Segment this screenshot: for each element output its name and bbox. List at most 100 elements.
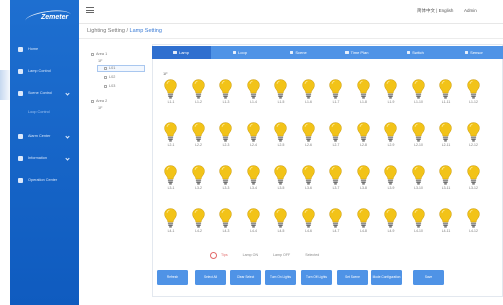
tree-node-label: Area 2 [96, 99, 108, 103]
lamp-bulb[interactable]: L4-3 [215, 208, 237, 240]
lamp-bulb[interactable]: L4-7 [325, 208, 347, 240]
language-switch[interactable]: 简体中文 | English [417, 8, 453, 14]
action-button[interactable]: Mode Configuration [371, 270, 402, 285]
tree-node-area-1[interactable]: Area 1 [91, 52, 107, 56]
lamp-bulb[interactable]: L4-4 [243, 208, 265, 240]
sidebar-item-operation-center[interactable]: Operation Center [10, 171, 79, 189]
lamp-bulb[interactable]: L3-6 [298, 165, 320, 197]
tab-sensor[interactable]: Sensor [445, 46, 503, 59]
lamp-label: L4-11 [441, 229, 451, 233]
lamp-bulb[interactable]: L1-8 [353, 79, 375, 111]
lamp-bulb[interactable]: L3-1 [160, 165, 182, 197]
lamp-bulb[interactable]: L2-3 [215, 122, 237, 154]
lamp-bulb[interactable]: L3-2 [188, 165, 210, 197]
lamp-bulb[interactable]: L3-3 [215, 165, 237, 197]
tab-scene[interactable]: Scene [269, 46, 328, 59]
lamp-icon [18, 68, 23, 74]
lamp-label: L2-6 [305, 143, 312, 147]
bulb-icon [219, 165, 232, 185]
action-button[interactable]: Save [413, 270, 444, 285]
lamp-bulb[interactable]: L2-12 [463, 122, 485, 154]
lamp-bulb[interactable]: L4-6 [298, 208, 320, 240]
sidebar-item-home[interactable]: Home [10, 40, 79, 58]
lamp-bulb[interactable]: L1-11 [435, 79, 457, 111]
lamp-bulb[interactable]: L3-4 [243, 165, 265, 197]
lamp-bulb[interactable]: L3-10 [408, 165, 430, 197]
tab-loop[interactable]: Loop [211, 46, 270, 59]
action-button[interactable]: Turn On Lights [265, 270, 296, 285]
lamp-bulb[interactable]: L3-7 [325, 165, 347, 197]
lamp-bulb[interactable]: L1-12 [463, 79, 485, 111]
lamp-bulb[interactable]: L4-2 [188, 208, 210, 240]
breadcrumb-current[interactable]: Lamp Setting [130, 28, 162, 34]
lamp-bulb[interactable]: L2-4 [243, 122, 265, 154]
lamp-bulb[interactable]: L1-3 [215, 79, 237, 111]
lamp-bulb[interactable]: L4-9 [380, 208, 402, 240]
lamp-bulb[interactable]: L3-9 [380, 165, 402, 197]
sidebar-item-scene-control[interactable]: Scene Control [10, 84, 79, 102]
lamp-bulb[interactable]: L4-12 [463, 208, 485, 240]
app-frame: Zemeter Home Lamp Control Scene Control … [0, 0, 503, 305]
lamp-bulb[interactable]: L3-8 [353, 165, 375, 197]
bulb-icon [384, 165, 397, 185]
sidebar-item-loop-control[interactable]: Loop Control [10, 106, 79, 117]
lamp-label: L4-2 [195, 229, 202, 233]
lamp-bulb[interactable]: L1-2 [188, 79, 210, 111]
lamp-bulb[interactable]: L2-9 [380, 122, 402, 154]
legend-main: Tips [221, 253, 228, 257]
lamp-bulb[interactable]: L1-1 [160, 79, 182, 111]
lamp-bulb[interactable]: L1-9 [380, 79, 402, 111]
action-button[interactable]: Clear Select [230, 270, 261, 285]
operation-icon [18, 177, 23, 183]
lamp-bulb[interactable]: L1-10 [408, 79, 430, 111]
tree-node-child[interactable]: L02 [104, 75, 115, 79]
action-button[interactable]: Set Scene [337, 270, 368, 285]
lamp-bulb[interactable]: L2-1 [160, 122, 182, 154]
lamp-bulb[interactable]: L1-7 [325, 79, 347, 111]
lamp-bulb[interactable]: L2-6 [298, 122, 320, 154]
sidebar-item-alarm-center[interactable]: Alarm Center [10, 127, 79, 145]
tab-switch[interactable]: Switch [386, 46, 445, 59]
lamp-bulb[interactable]: L2-8 [353, 122, 375, 154]
lamp-bulb[interactable]: L4-8 [353, 208, 375, 240]
expand-icon [91, 52, 94, 56]
sidebar-item-information[interactable]: Information [10, 149, 79, 167]
action-button[interactable]: Turn Off Lights [301, 270, 332, 285]
lamp-label: L4-3 [222, 229, 230, 233]
lamp-bulb[interactable]: L4-10 [408, 208, 430, 240]
lamp-bulb[interactable]: L1-6 [298, 79, 320, 111]
lamp-bulb[interactable]: L3-11 [435, 165, 457, 197]
tree-node-area-2[interactable]: Area 2 [91, 99, 107, 103]
chevron-down-icon [65, 90, 70, 96]
lamp-bulb[interactable]: L4-5 [270, 208, 292, 240]
lamp-bulb[interactable]: L2-7 [325, 122, 347, 154]
lamp-bulb[interactable]: L2-5 [270, 122, 292, 154]
lamp-bulb[interactable]: L4-11 [435, 208, 457, 240]
lamp-bulb[interactable]: L2-11 [435, 122, 457, 154]
action-button[interactable]: Select All [195, 270, 226, 285]
tree-node-floor[interactable]: 1F [98, 106, 102, 110]
lamp-bulb[interactable]: L2-10 [408, 122, 430, 154]
lamp-bulb[interactable]: L3-5 [270, 165, 292, 197]
sidebar-item-label: Lamp Control [28, 69, 51, 73]
lamp-label: L1-2 [195, 100, 202, 104]
lamp-label: L3-4 [250, 186, 257, 190]
menu-icon[interactable] [86, 7, 94, 13]
tab-lamp[interactable]: Lamp [152, 46, 211, 59]
lamp-bulb[interactable]: L1-5 [270, 79, 292, 111]
node-icon [104, 66, 107, 70]
divider [79, 38, 503, 39]
lamp-bulb[interactable]: L1-4 [243, 79, 265, 111]
lamp-bulb[interactable]: L4-1 [160, 208, 182, 240]
sidebar-item-lamp-control[interactable]: Lamp Control [10, 62, 79, 80]
tree-node-child[interactable]: L03 [104, 84, 115, 88]
lamp-bulb[interactable]: L3-12 [463, 165, 485, 197]
user-menu[interactable]: Admin [464, 8, 477, 13]
legend: Tips Lamp ON Lamp OFF Selected [210, 250, 334, 260]
action-button[interactable]: Refresh [157, 270, 188, 285]
bulb-icon [329, 165, 342, 185]
tree-node-child[interactable]: L01 [104, 66, 115, 70]
tree-node-floor[interactable]: 1F [98, 59, 102, 63]
tab-time-plan[interactable]: Time Plan [328, 46, 387, 59]
lamp-bulb[interactable]: L2-2 [188, 122, 210, 154]
